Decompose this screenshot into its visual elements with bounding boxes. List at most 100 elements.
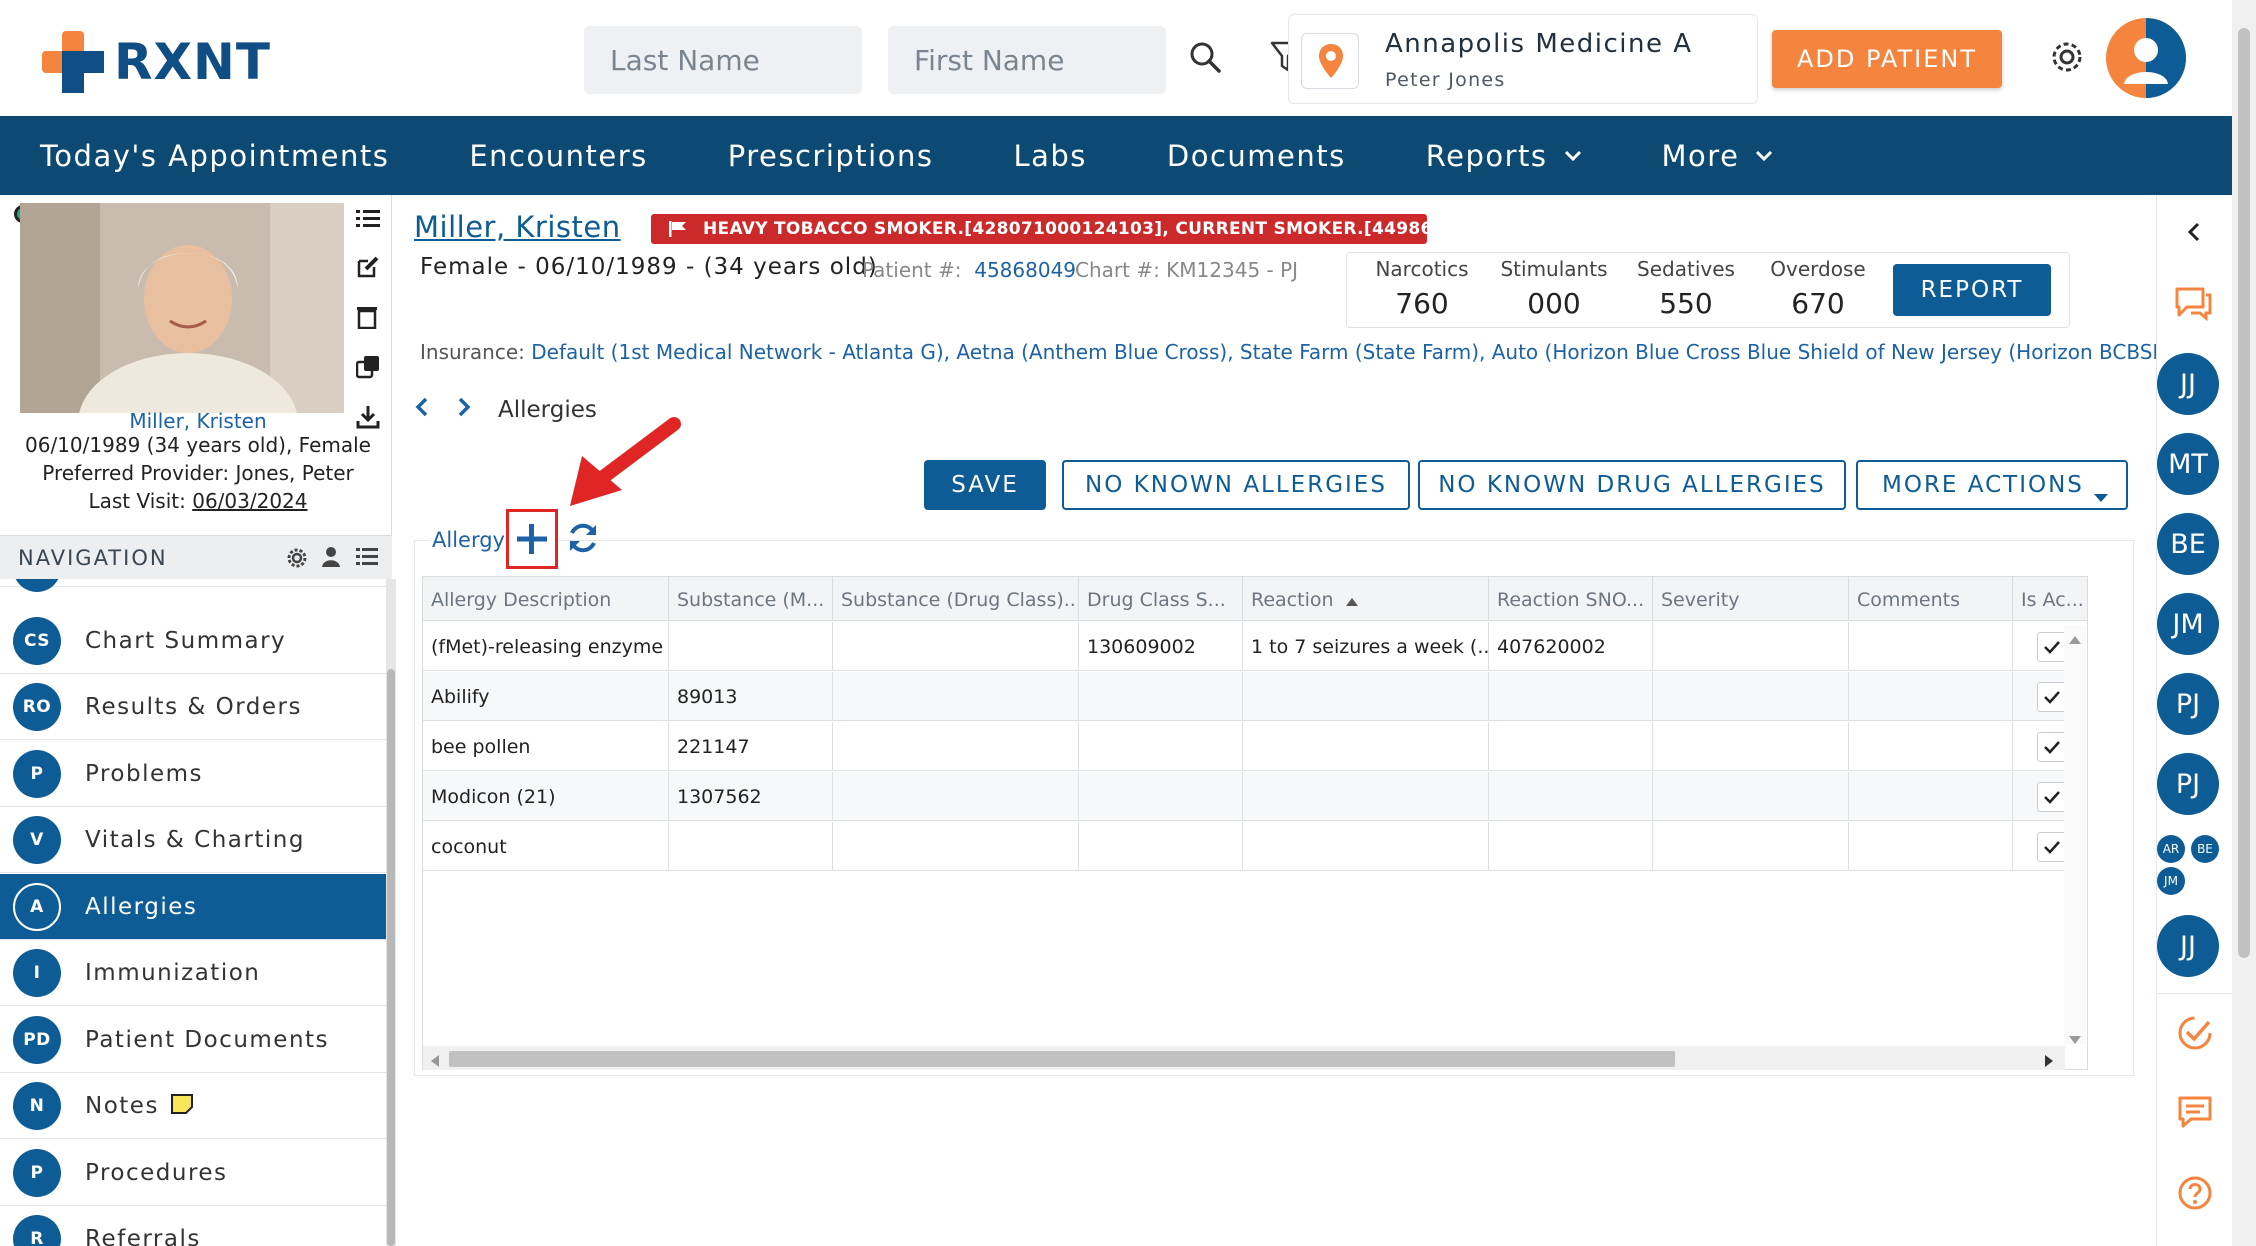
table-row[interactable]: Abilify 89013 <box>423 672 2067 721</box>
user-avatar-small[interactable]: BE <box>2191 835 2219 863</box>
table-row[interactable]: bee pollen 221147 <box>423 722 2067 771</box>
nav-item-allergies[interactable]: A Allergies <box>0 874 386 940</box>
column-header-allergy-description[interactable]: Allergy Description <box>423 577 669 621</box>
nav-item-partial[interactable] <box>0 579 386 592</box>
table-row[interactable]: (fMet)-releasing enzyme 130609002 1 to 7… <box>423 622 2067 671</box>
column-header-substance-drug-class[interactable]: Substance (Drug Class)... <box>833 577 1079 621</box>
user-avatar[interactable] <box>2106 18 2186 102</box>
user-avatar[interactable]: PJ <box>2157 673 2219 735</box>
refresh-icon[interactable] <box>566 521 600 559</box>
scroll-down-icon[interactable] <box>2069 1029 2081 1048</box>
insurance-value[interactable]: Default (1st Medical Network - Atlanta G… <box>531 340 2156 364</box>
nav-documents[interactable]: Documents <box>1167 139 1346 173</box>
add-allergy-button[interactable] <box>506 509 558 569</box>
column-header-reaction[interactable]: Reaction <box>1243 577 1489 621</box>
column-header-comments[interactable]: Comments <box>1849 577 2013 621</box>
cell-reaction <box>1243 772 1489 821</box>
page-scrollbar[interactable] <box>2232 0 2256 1246</box>
person-icon[interactable] <box>321 546 341 572</box>
patient-name-link[interactable]: Miller, Kristen <box>414 210 621 244</box>
scrollbar-thumb[interactable] <box>2238 28 2250 958</box>
nav-labs[interactable]: Labs <box>1013 139 1086 173</box>
patient-flag-banner[interactable]: HEAVY TOBACCO SMOKER.[428071000124103], … <box>651 214 1489 244</box>
column-header-drug-class-s[interactable]: Drug Class S... <box>1079 577 1243 621</box>
last-name-search-input[interactable] <box>584 26 862 94</box>
search-icon[interactable] <box>1188 40 1222 78</box>
scrollbar-thumb[interactable] <box>387 669 395 1246</box>
chevron-down-icon <box>1564 150 1581 161</box>
nav-reports[interactable]: Reports <box>1426 139 1582 173</box>
nav-item-problems[interactable]: P Problems <box>0 741 386 807</box>
nav-item-patient-documents[interactable]: PD Patient Documents <box>0 1007 386 1073</box>
location-selector[interactable]: Annapolis Medicine A Peter Jones <box>1288 14 1758 104</box>
list-icon[interactable] <box>356 209 380 233</box>
nav-item-badge: CS <box>13 616 61 665</box>
scroll-up-icon[interactable] <box>2069 629 2081 648</box>
narcotics-stat: Narcotics 760 <box>1357 257 1487 320</box>
nav-todays-appointments[interactable]: Today's Appointments <box>40 139 389 173</box>
report-button[interactable]: REPORT <box>1893 264 2051 316</box>
column-header-substance-m[interactable]: Substance (M... <box>669 577 833 621</box>
gear-icon[interactable] <box>286 547 308 573</box>
user-avatar[interactable]: BE <box>2157 513 2219 575</box>
user-avatar[interactable]: JJ <box>2157 915 2219 977</box>
patient-number-value[interactable]: 45868049 <box>974 258 1076 282</box>
table-horizontal-scrollbar[interactable] <box>423 1046 2065 1070</box>
user-avatar[interactable]: JJ <box>2157 353 2219 415</box>
no-known-drug-allergies-button[interactable]: NO KNOWN DRUG ALLERGIES <box>1418 460 1846 510</box>
table-row[interactable]: Modicon (21) 1307562 <box>423 772 2067 821</box>
trash-icon[interactable] <box>356 305 380 333</box>
help-icon[interactable] <box>2177 1175 2213 1215</box>
first-name-search-input[interactable] <box>888 26 1166 94</box>
chevron-right-icon[interactable] <box>456 396 472 424</box>
nav-more[interactable]: More <box>1662 139 1774 173</box>
scroll-right-icon[interactable] <box>2045 1052 2053 1071</box>
column-header-is-active[interactable]: Is Ac... <box>2013 577 2087 621</box>
scrollbar-thumb[interactable] <box>449 1051 1675 1067</box>
add-patient-button[interactable]: ADD PATIENT <box>1772 30 2002 88</box>
message-icon[interactable] <box>2177 1095 2213 1133</box>
nav-item-procedures[interactable]: P Procedures <box>0 1140 386 1206</box>
copy-icon[interactable] <box>355 355 380 383</box>
chat-bubbles-icon[interactable] <box>2173 285 2213 325</box>
user-avatar[interactable]: MT <box>2157 433 2219 495</box>
chevron-left-icon[interactable] <box>2186 221 2202 247</box>
gear-icon[interactable] <box>2048 38 2086 80</box>
column-header-reaction-snomed[interactable]: Reaction SNO... <box>1489 577 1653 621</box>
nav-item-immunization[interactable]: I Immunization <box>0 940 386 1006</box>
nav-item-referrals[interactable]: R Referrals <box>0 1206 386 1246</box>
no-known-allergies-button[interactable]: NO KNOWN ALLERGIES <box>1062 460 1410 510</box>
is-active-checkbox[interactable] <box>2037 782 2067 812</box>
is-active-checkbox[interactable] <box>2037 832 2067 862</box>
sort-ascending-icon <box>1345 589 1358 611</box>
user-avatar-small[interactable]: JM <box>2157 867 2185 895</box>
column-header-severity[interactable]: Severity <box>1653 577 1849 621</box>
nav-item-chart-summary[interactable]: CS Chart Summary <box>0 608 386 674</box>
user-avatar[interactable]: JM <box>2157 593 2219 655</box>
sedatives-label: Sedatives <box>1637 257 1735 281</box>
user-avatar[interactable]: PJ <box>2157 753 2219 815</box>
nav-encounters[interactable]: Encounters <box>469 139 647 173</box>
task-check-icon[interactable] <box>2177 1015 2213 1055</box>
nav-prescriptions[interactable]: Prescriptions <box>728 139 934 173</box>
is-active-checkbox[interactable] <box>2037 632 2067 662</box>
save-button[interactable]: SAVE <box>924 460 1046 510</box>
navigation-scrollbar[interactable] <box>386 579 396 1246</box>
is-active-checkbox[interactable] <box>2037 682 2067 712</box>
edit-icon[interactable] <box>356 255 380 283</box>
list-icon[interactable] <box>356 548 378 570</box>
nav-item-vitals-charting[interactable]: V Vitals & Charting <box>0 807 386 873</box>
last-visit-value[interactable]: 06/03/2024 <box>192 489 307 513</box>
user-avatar-small[interactable]: AR <box>2157 835 2185 863</box>
rxnt-logo[interactable]: RXNT <box>42 30 271 94</box>
table-vertical-scrollbar[interactable] <box>2064 625 2086 1044</box>
patient-card-name[interactable]: Miller, Kristen <box>0 409 396 433</box>
nav-item-results-orders[interactable]: RO Results & Orders <box>0 674 386 740</box>
chevron-left-icon[interactable] <box>414 396 430 424</box>
allergy-table: Allergy Description Substance (M... Subs… <box>422 576 2088 1070</box>
scroll-left-icon[interactable] <box>431 1052 439 1071</box>
nav-item-notes[interactable]: N Notes <box>0 1073 386 1139</box>
more-actions-button[interactable]: MORE ACTIONS <box>1856 460 2128 510</box>
is-active-checkbox[interactable] <box>2037 732 2067 762</box>
table-row[interactable]: coconut <box>423 822 2067 871</box>
